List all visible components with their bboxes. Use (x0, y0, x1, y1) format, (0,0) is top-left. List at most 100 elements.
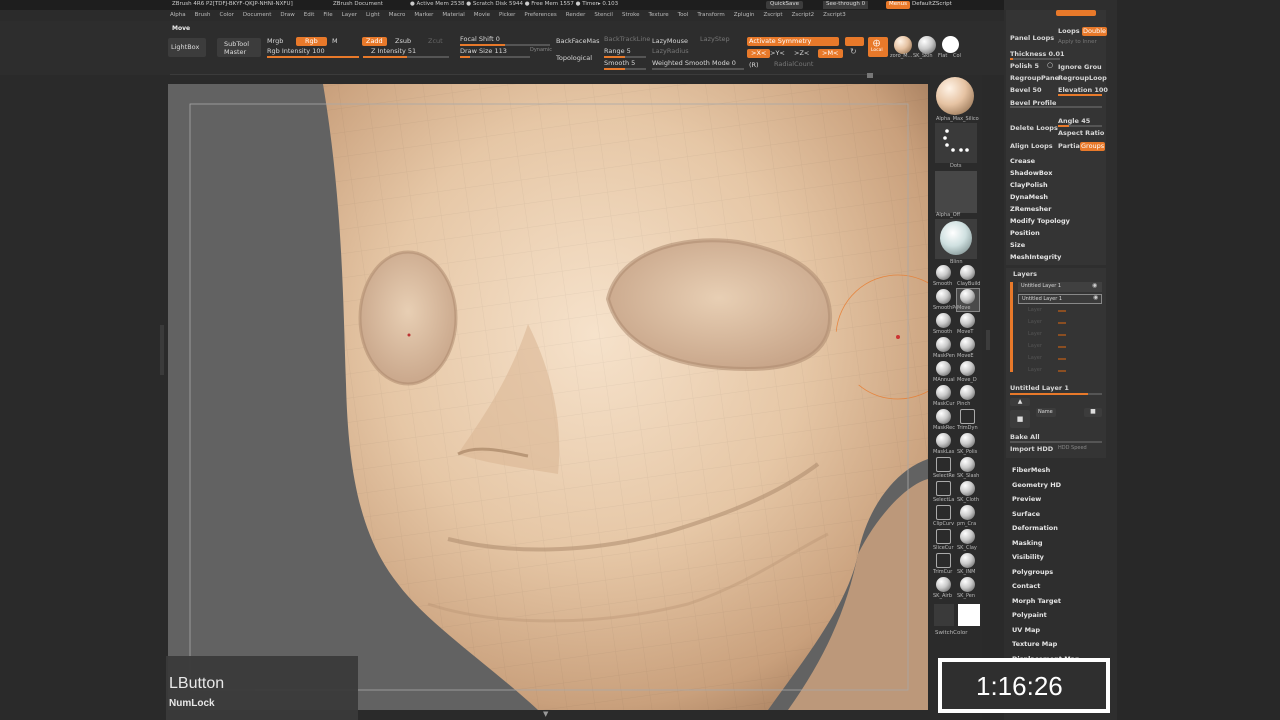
brush-move-d[interactable]: Move_D (957, 361, 979, 383)
subpanel-dynamesh[interactable]: DynaMesh (1010, 193, 1048, 201)
tool-subpanel-texture-map[interactable]: Texture Map (1012, 640, 1057, 648)
lightbox-button[interactable]: LightBox (168, 38, 206, 57)
menu-transform[interactable]: Transform (697, 12, 724, 19)
material-flat-ball[interactable] (942, 36, 959, 53)
brush-masklas[interactable]: MaskLas (933, 433, 955, 455)
sculpt-head-model[interactable] (168, 84, 928, 710)
backface-mask-toggle[interactable]: BackFaceMas (556, 38, 599, 45)
subpanel-meshintegrity[interactable]: MeshIntegrity (1010, 253, 1061, 261)
thickness-slider[interactable]: Thickness 0.01 (1010, 51, 1065, 58)
material-preview-ball[interactable] (936, 77, 974, 115)
empty-layer-slot[interactable]: Layer (1018, 342, 1102, 352)
elevation-track[interactable] (1058, 94, 1102, 96)
draw-size-slider[interactable]: Draw Size 113 (460, 48, 507, 55)
layer-row-1[interactable]: Untitled Layer 1 ◉ (1018, 282, 1102, 292)
stroke-preview[interactable] (935, 123, 977, 163)
brush-smooth[interactable]: Smooth (933, 313, 955, 335)
menu-edit[interactable]: Edit (304, 12, 315, 19)
brush-maskrec[interactable]: MaskRec (933, 409, 955, 431)
menu-alpha[interactable]: Alpha (170, 12, 186, 19)
brush-maskcur[interactable]: MaskCur (933, 385, 955, 407)
regroup-loops-toggle[interactable]: RegroupLoop (1058, 75, 1107, 82)
tool-subpanel-polygroups[interactable]: Polygroups (1012, 568, 1053, 576)
lazymouse-toggle[interactable]: LazyMouse (652, 38, 688, 45)
tray-edge-handle[interactable] (1114, 0, 1117, 720)
regroup-panels-toggle[interactable]: RegroupPane (1010, 75, 1059, 82)
import-hdd-button[interactable]: Import HDD (1010, 446, 1053, 453)
see-through-slider[interactable]: See-through 0 (823, 1, 869, 9)
subpanel-size[interactable]: Size (1010, 241, 1025, 249)
tool-subpanel-uv-map[interactable]: UV Map (1012, 626, 1040, 634)
menu-light[interactable]: Light (366, 12, 380, 19)
texture-preview[interactable] (935, 219, 977, 259)
layer-strength-track[interactable] (1010, 393, 1102, 395)
brush-selectla[interactable]: SelectLa (933, 481, 955, 503)
brush-pm-cra[interactable]: pm_Cra (957, 505, 979, 527)
lazyradius-slider[interactable]: LazyRadius (652, 48, 689, 55)
weighted-smooth-track[interactable] (652, 68, 744, 70)
layer-eye-icon[interactable]: ◉ (1093, 294, 1098, 301)
brush-clipcurv[interactable]: ClipCurv (933, 505, 955, 527)
polish-circle-icon[interactable]: ○ (1047, 61, 1053, 69)
apply-to-inner-toggle[interactable]: Apply to Inner (1058, 39, 1097, 46)
brush-sk-inm[interactable]: SK_INM (957, 553, 979, 575)
rgb-intensity-track[interactable] (267, 56, 359, 58)
rgb-toggle[interactable]: Rgb (296, 37, 327, 46)
subtool-master-button[interactable]: SubTool Master (217, 38, 261, 57)
radial-count-slider[interactable]: RadialCount (774, 61, 813, 68)
tool-subpanel-surface[interactable]: Surface (1012, 510, 1040, 518)
brush-sk-slash[interactable]: SK_Slash (957, 457, 979, 479)
menu-macro[interactable]: Macro (389, 12, 406, 19)
local-symmetry-button[interactable] (845, 37, 864, 46)
bevel-slider[interactable]: Bevel 50 (1010, 87, 1042, 94)
document-canvas[interactable] (168, 84, 928, 710)
brush-movee[interactable]: MoveE (957, 337, 979, 359)
menu-layer[interactable]: Layer (342, 12, 357, 19)
smooth-track[interactable] (604, 68, 646, 70)
focal-shift-track[interactable] (460, 44, 550, 46)
bake-all-button[interactable]: Bake All (1010, 434, 1040, 441)
range-track[interactable] (604, 56, 646, 58)
polish-slider[interactable]: Polish 5 (1010, 63, 1039, 70)
subpanel-crease[interactable]: Crease (1010, 157, 1035, 165)
tool-subpanel-morph-target[interactable]: Morph Target (1012, 597, 1061, 605)
zadd-toggle[interactable]: Zadd (362, 37, 387, 46)
symmetry-y-toggle[interactable]: >Y< (770, 50, 785, 57)
menu-zscript[interactable]: Zscript (763, 12, 782, 19)
tool-subpanel-geometry-hd[interactable]: Geometry HD (1012, 481, 1061, 489)
brush-movet[interactable]: MoveT (957, 313, 979, 335)
delete-loops-button[interactable]: Delete Loops (1010, 125, 1058, 132)
layer-up-button[interactable]: ▲ (1010, 398, 1030, 406)
weighted-smooth-slider[interactable]: Weighted Smooth Mode 0 (652, 60, 736, 67)
menu-preferences[interactable]: Preferences (524, 12, 556, 19)
recycle-icon[interactable]: ↻ (850, 47, 857, 56)
menu-material[interactable]: Material (442, 12, 464, 19)
elevation-slider[interactable]: Elevation 100 (1058, 87, 1108, 94)
layer-new-button[interactable]: ■ (1010, 410, 1030, 428)
menu-zplugin[interactable]: Zplugin (734, 12, 755, 19)
switch-color-swatch[interactable] (958, 604, 980, 626)
bake-all-track[interactable] (1010, 441, 1102, 443)
brush-maskpen[interactable]: MaskPen (933, 337, 955, 359)
toolbar-scroll-handle[interactable] (867, 73, 873, 78)
brush-selectre[interactable]: SelectRe (933, 457, 955, 479)
symmetry-z-toggle[interactable]: >Z< (794, 50, 809, 57)
brush-pinch[interactable]: Pinch (957, 385, 979, 407)
menu-brush[interactable]: Brush (195, 12, 211, 19)
layers-scrollbar[interactable] (1010, 282, 1013, 372)
local-transform-button[interactable]: Local ⨁ (868, 37, 888, 57)
material-skin-ball[interactable] (918, 36, 936, 54)
apply-loops-strip[interactable] (1056, 10, 1096, 16)
empty-layer-slot[interactable]: Layer (1018, 306, 1102, 316)
symmetry-m-toggle[interactable]: >M< (818, 49, 843, 58)
m-toggle[interactable]: M (332, 38, 338, 45)
zsub-toggle[interactable]: Zsub (395, 38, 411, 45)
zcut-toggle[interactable]: Zcut (428, 38, 443, 45)
smooth-slider[interactable]: Smooth 5 (604, 60, 635, 67)
dynamic-toggle[interactable]: Dynamic (530, 48, 552, 53)
angle-slider[interactable]: Angle 45 (1058, 118, 1090, 125)
default-zscript-button[interactable]: DefaultZScript (912, 1, 952, 8)
empty-layer-slot[interactable]: Layer (1018, 330, 1102, 340)
brush-sk-polis[interactable]: SK_Polis (957, 433, 979, 455)
subpanel-modify-topology[interactable]: Modify Topology (1010, 217, 1070, 225)
